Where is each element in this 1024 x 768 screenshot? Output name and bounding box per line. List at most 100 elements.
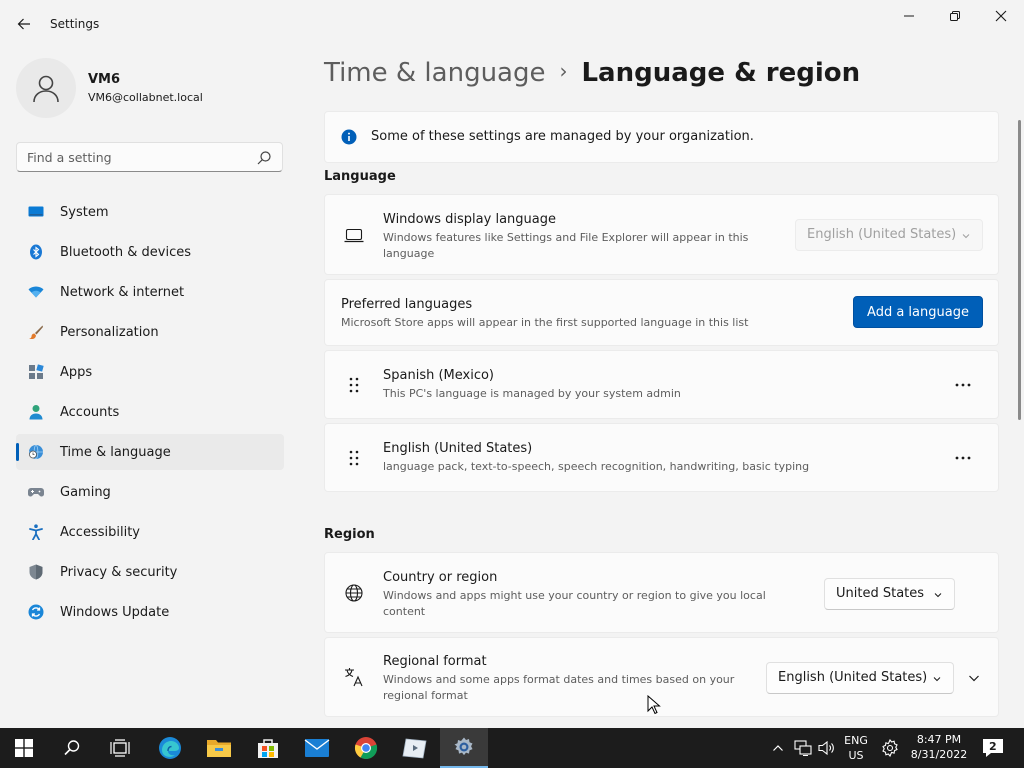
drag-handle-icon[interactable] — [343, 374, 365, 396]
chevron-down-icon — [934, 593, 942, 598]
more-icon — [955, 456, 971, 460]
windows-logo-icon — [15, 739, 33, 757]
search-input[interactable] — [27, 148, 247, 166]
back-button[interactable] — [12, 12, 36, 36]
brush-icon — [29, 325, 43, 340]
user-name: VM6 — [88, 72, 121, 87]
system-icon — [28, 206, 44, 217]
app-tile-icon — [402, 738, 427, 759]
drag-handle-icon[interactable] — [343, 447, 365, 469]
edge-icon — [159, 737, 181, 759]
sidebar-item-gaming[interactable]: Gaming — [16, 474, 284, 510]
taskbar-search-button[interactable] — [48, 728, 96, 768]
row-description: Microsoft Store apps will appear in the … — [341, 316, 749, 329]
shield-icon — [29, 564, 43, 580]
taskbar-mail[interactable] — [293, 728, 341, 768]
bluetooth-icon — [30, 244, 42, 260]
search-box[interactable] — [16, 142, 283, 172]
language-section-title: Language — [324, 169, 396, 184]
globe-icon — [345, 584, 363, 602]
scrollbar[interactable] — [1018, 120, 1021, 420]
dropdown-value: United States — [836, 586, 925, 601]
info-icon — [341, 129, 357, 145]
sidebar-item-privacy[interactable]: Privacy & security — [16, 554, 284, 590]
dropdown-value: English (United States) — [778, 670, 928, 685]
restore-button[interactable] — [932, 0, 978, 32]
app-title: Settings — [50, 17, 100, 31]
sidebar-item-network[interactable]: Network & internet — [16, 274, 284, 310]
display-language-dropdown[interactable]: English (United States) — [795, 219, 983, 251]
search-icon[interactable] — [256, 150, 272, 166]
regional-format-dropdown[interactable]: English (United States) — [766, 662, 954, 694]
sidebar-item-bluetooth[interactable]: Bluetooth & devices — [16, 234, 284, 270]
gear-icon[interactable] — [881, 739, 899, 757]
taskbar-chrome[interactable] — [342, 728, 390, 768]
sidebar-item-apps[interactable]: Apps — [16, 354, 284, 390]
volume-icon[interactable] — [818, 740, 836, 756]
store-icon — [258, 739, 278, 758]
row-title: Windows display language — [383, 212, 556, 227]
managed-notice: Some of these settings are managed by yo… — [324, 111, 999, 163]
user-profile[interactable]: VM6 VM6@collabnet.local — [16, 58, 286, 118]
sidebar-item-accounts[interactable]: Accounts — [16, 394, 284, 430]
windows-display-language-row: Windows display language Windows feature… — [324, 194, 999, 275]
preferred-languages-row: Preferred languages Microsoft Store apps… — [324, 279, 999, 346]
chevron-up-icon[interactable] — [772, 742, 784, 754]
taskbar-settings[interactable] — [440, 728, 488, 768]
sidebar-nav: System Bluetooth & devices Network & int… — [16, 194, 284, 634]
network-icon[interactable] — [794, 740, 812, 756]
close-button[interactable] — [978, 0, 1024, 32]
more-options-button[interactable] — [949, 371, 977, 399]
title-bar: Settings — [0, 0, 1024, 48]
sidebar-item-system[interactable]: System — [16, 194, 284, 230]
clock[interactable]: 8:47 PM 8/31/2022 — [906, 732, 972, 762]
language-description: language pack, text-to-speech, speech re… — [383, 460, 810, 473]
country-dropdown[interactable]: United States — [824, 578, 955, 610]
sidebar-item-label: System — [60, 205, 109, 220]
expand-chevron-icon[interactable] — [967, 671, 981, 685]
task-view-icon — [110, 739, 130, 757]
start-button[interactable] — [0, 728, 48, 768]
input-language-indicator[interactable]: ENG US — [842, 733, 870, 763]
sidebar-item-label: Network & internet — [60, 285, 185, 300]
sidebar-item-windows-update[interactable]: Windows Update — [16, 594, 284, 630]
sidebar-item-label: Time & language — [60, 445, 171, 460]
sidebar-item-accessibility[interactable]: Accessibility — [16, 514, 284, 550]
wifi-icon — [28, 286, 44, 298]
more-options-button[interactable] — [949, 444, 977, 472]
sidebar-item-label: Accounts — [60, 405, 120, 420]
sidebar-item-label: Windows Update — [60, 605, 170, 620]
sidebar-item-personalization[interactable]: Personalization — [16, 314, 284, 350]
sidebar-item-label: Apps — [60, 365, 93, 380]
sidebar-item-label: Gaming — [60, 485, 111, 500]
clock-date: 8/31/2022 — [910, 748, 968, 761]
taskbar-edge[interactable] — [146, 728, 194, 768]
person-icon — [33, 75, 59, 103]
row-description: Windows features like Settings and File … — [383, 231, 749, 260]
minimize-button[interactable] — [886, 0, 932, 32]
task-view-button[interactable] — [96, 728, 144, 768]
laptop-icon — [344, 228, 364, 243]
breadcrumb: Time & language › Language & region — [324, 58, 860, 88]
regional-format-row[interactable]: Regional format Windows and some apps fo… — [324, 637, 999, 717]
clock-time: 8:47 PM — [916, 733, 962, 746]
gamepad-icon — [28, 488, 44, 497]
row-title: Regional format — [383, 654, 487, 669]
language-name: English (United States) — [383, 441, 533, 456]
taskbar-file-explorer[interactable] — [195, 728, 243, 768]
chevron-down-icon — [933, 677, 941, 682]
language-format-icon — [345, 668, 363, 687]
mail-icon — [304, 739, 330, 757]
taskbar-store[interactable] — [244, 728, 292, 768]
breadcrumb-parent[interactable]: Time & language — [324, 58, 545, 88]
dropdown-value: English (United States) — [807, 227, 957, 242]
sidebar-item-time-language[interactable]: Time & language — [16, 434, 284, 470]
folder-icon — [207, 740, 231, 757]
breadcrumb-separator: › — [559, 59, 568, 83]
update-icon — [28, 604, 44, 620]
notification-center-button[interactable]: 2 — [982, 738, 1004, 758]
add-language-button[interactable]: Add a language — [853, 296, 983, 328]
taskbar-app[interactable] — [391, 728, 439, 768]
person-icon — [29, 405, 43, 420]
sidebar-item-label: Accessibility — [60, 525, 140, 540]
